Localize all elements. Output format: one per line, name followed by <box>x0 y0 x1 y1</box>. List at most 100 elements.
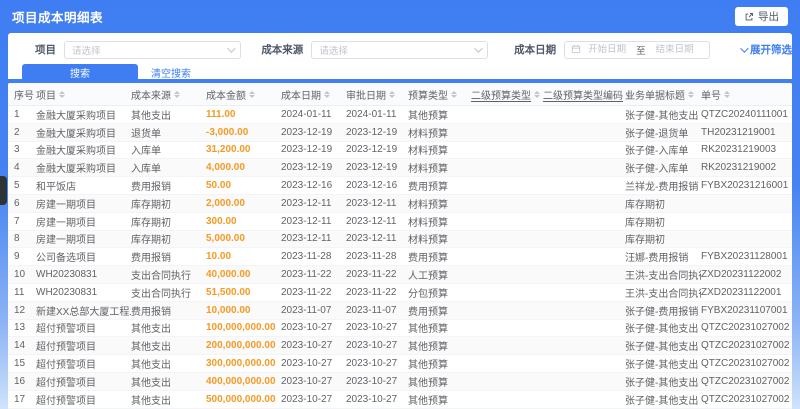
table-row[interactable]: 4 金融大厦采购项目 入库单 4,000.00 2023-12-19 2023-12-19… <box>8 159 792 178</box>
table-row[interactable]: 16 超付预警项目 其他支出 400,000,000.00 2023-10-27 2023… <box>8 372 792 391</box>
title-bar: 项目成本明细表 导出 <box>0 0 800 33</box>
table-row[interactable]: 10 WH20230831 支出合同执行 40,000.00 2023-11-22 202… <box>8 266 792 284</box>
cell-project: 超付预警项目 <box>36 395 96 407</box>
sort-icon[interactable] <box>59 90 65 98</box>
cell-approval_date: 2023-12-19 <box>346 144 398 156</box>
cost-date-range-picker[interactable]: 至 <box>564 40 710 59</box>
table-row[interactable]: 15 超付预警项目 其他支出 300,000,000.00 2023-10-27 2023… <box>8 355 792 373</box>
sort-icon[interactable] <box>249 90 255 98</box>
filter-actions: 搜索 清空搜索 <box>8 64 792 81</box>
cell-budget_type: 费用预算 <box>408 182 448 194</box>
cell-doc_title: 汪娜-费用报销 <box>625 253 689 265</box>
cost-source-select-placeholder: 请选择 <box>319 45 348 57</box>
end-date-input[interactable] <box>648 44 701 55</box>
cell-doc_title: 张子健-其他支出 <box>625 377 699 389</box>
cell-doc_no: QTZC20231027002 <box>701 375 790 387</box>
cell-project: 房建一期项目 <box>36 217 96 229</box>
cell-amount: 5,000.00 <box>206 233 245 245</box>
table-row[interactable]: 6 房建一期项目 库存期初 2,000.00 2023-12-11 2023-12-11 材… <box>8 194 792 213</box>
column-header-amount[interactable]: 成本金额 <box>206 87 281 102</box>
table-row[interactable]: 8 房建一期项目 库存期初 5,000.00 2023-12-11 2023-12-11 材… <box>8 230 792 249</box>
column-header-cost-source[interactable]: 成本来源 <box>131 87 206 102</box>
sort-icon[interactable] <box>389 90 395 98</box>
cell-cost_date: 2023-10-27 <box>281 375 333 387</box>
table-row[interactable]: 1 金融大厦采购项目 其他支出 111.00 2024-01-11 2024-01-11 其… <box>8 106 792 124</box>
table-row[interactable]: 3 金融大厦采购项目 入库单 31,200.00 2023-12-19 2023-12-1… <box>8 142 792 160</box>
cell-approval_date: 2023-10-27 <box>346 393 398 405</box>
cell-index: 6 <box>14 197 20 209</box>
expand-filters-link[interactable]: 展开筛选 <box>740 42 792 57</box>
sort-icon[interactable] <box>688 90 694 98</box>
cell-project: 金融大厦采购项目 <box>36 146 116 158</box>
cell-amount: 400,000,000.00 <box>206 375 276 387</box>
cell-doc_no: QTZC20240111001 <box>701 108 788 120</box>
column-header-budget-type[interactable]: 预算类型 <box>408 87 471 102</box>
table-row[interactable]: 9 公司备选项目 费用报销 10.00 2023-11-28 2023-11-28 费用预算… <box>8 248 792 267</box>
cell-cost_date: 2023-12-11 <box>281 233 332 245</box>
cell-amount: 10,000.00 <box>206 304 251 316</box>
cell-cost_date: 2023-10-27 <box>281 358 333 370</box>
table-row[interactable]: 13 超付预警项目 其他支出 100,000,000.00 2023-10-27 2023… <box>8 320 792 338</box>
cell-cost_source: 支出合同执行 <box>131 288 191 300</box>
sort-icon[interactable] <box>174 90 180 98</box>
page-title: 项目成本明细表 <box>12 11 104 25</box>
cell-budget_type: 材料预算 <box>408 128 448 140</box>
table-row[interactable]: 7 房建一期项目 库存期初 300.00 2023-12-11 2023-12-11 材料预… <box>8 213 792 231</box>
sort-icon[interactable] <box>724 90 730 98</box>
column-header-doc-title[interactable]: 业务单据标题 <box>625 87 701 102</box>
cell-budget_type: 其他预算 <box>408 324 448 336</box>
column-header-sub-budget-type[interactable]: 二级预算类型 <box>471 87 543 102</box>
cost-source-select[interactable]: 请选择 <box>311 40 489 59</box>
page: 项目成本明细表 导出 项目 请选择 成本来源 请选择 成本日期 开始日期 至 结… <box>0 0 800 409</box>
cell-project: 超付预警项目 <box>36 360 96 372</box>
column-header-approval-date[interactable]: 审批日期 <box>346 87 408 102</box>
table-row[interactable]: 12 新建XX总部大厦工程二期费用报销 10,000.00 2023-11-07 202… <box>8 301 792 320</box>
cell-index: 14 <box>14 340 26 352</box>
sort-icon[interactable] <box>324 90 330 98</box>
project-select[interactable]: 请选择 <box>64 40 242 59</box>
drawer-handle[interactable] <box>0 176 7 205</box>
start-date-input[interactable] <box>581 44 634 55</box>
column-header-doc-no[interactable]: 单号 <box>701 87 792 102</box>
table-body: 1 金融大厦采购项目 其他支出 111.00 2024-01-11 2024-01-11 其… <box>8 106 792 409</box>
search-button[interactable]: 搜索 <box>22 64 138 81</box>
cell-cost_date: 2024-01-11 <box>281 108 332 120</box>
cell-approval_date: 2023-12-11 <box>346 197 397 209</box>
sort-icon[interactable] <box>534 90 540 98</box>
calendar-icon <box>571 41 581 59</box>
clear-search-link[interactable]: 清空搜索 <box>151 65 191 80</box>
cell-approval_date: 2023-12-11 <box>346 233 397 245</box>
cell-approval_date: 2023-10-27 <box>346 322 398 334</box>
cell-amount: 31,200.00 <box>206 144 251 156</box>
sort-icon[interactable] <box>451 90 457 98</box>
cell-index: 5 <box>14 180 20 192</box>
cell-doc_no: QTZC20231027002 <box>701 393 790 405</box>
cell-doc_title: 张子健-其他支出 <box>625 110 699 122</box>
cell-project: 金融大厦采购项目 <box>36 164 116 176</box>
table-row[interactable]: 2 金融大厦采购项目 退货单 -3,000.00 2023-12-19 2023-12-1… <box>8 123 792 142</box>
cell-project: 房建一期项目 <box>36 235 96 247</box>
cell-amount: 111.00 <box>206 108 236 120</box>
cell-cost_source: 库存期初 <box>131 217 171 229</box>
column-header-project[interactable]: 项目 <box>36 87 131 102</box>
cell-doc_title: 张子健-退货单 <box>625 128 689 140</box>
cell-doc_title: 张子健-其他支出 <box>625 395 699 407</box>
cell-cost_source: 费用报销 <box>131 253 171 265</box>
cell-doc_title: 库存期初 <box>625 217 665 229</box>
cell-cost_date: 2023-10-27 <box>281 340 333 352</box>
table-row[interactable]: 5 和平饭店 费用报销 50.00 2023-12-16 2023-12-16 费用预算 兰祥… <box>8 177 792 195</box>
cell-cost_date: 2023-12-19 <box>281 162 333 174</box>
cell-amount: 4,000.00 <box>206 162 245 174</box>
cell-amount: 50.00 <box>206 180 232 192</box>
cell-index: 3 <box>14 144 20 156</box>
table-row[interactable]: 14 超付预警项目 其他支出 200,000,000.00 2023-10-27 2023… <box>8 337 792 356</box>
table-row[interactable]: 11 WH20230831 支出合同执行 51,500.00 2023-11-22 202… <box>8 284 792 302</box>
export-button[interactable]: 导出 <box>735 7 788 26</box>
cell-budget_type: 材料预算 <box>408 217 448 229</box>
cell-project: 金融大厦采购项目 <box>36 128 116 140</box>
export-button-label: 导出 <box>758 11 779 23</box>
column-header-sub-budget-code[interactable]: 二级预算类型编码 <box>543 87 632 102</box>
column-header-cost-date[interactable]: 成本日期 <box>281 87 346 102</box>
table-row[interactable]: 17 超付预警项目 其他支出 500,000,000.00 2023-10-27 2023… <box>8 391 792 409</box>
filter-row: 项目 请选择 成本来源 请选择 成本日期 开始日期 至 结束日期 展开筛选 <box>8 33 792 59</box>
